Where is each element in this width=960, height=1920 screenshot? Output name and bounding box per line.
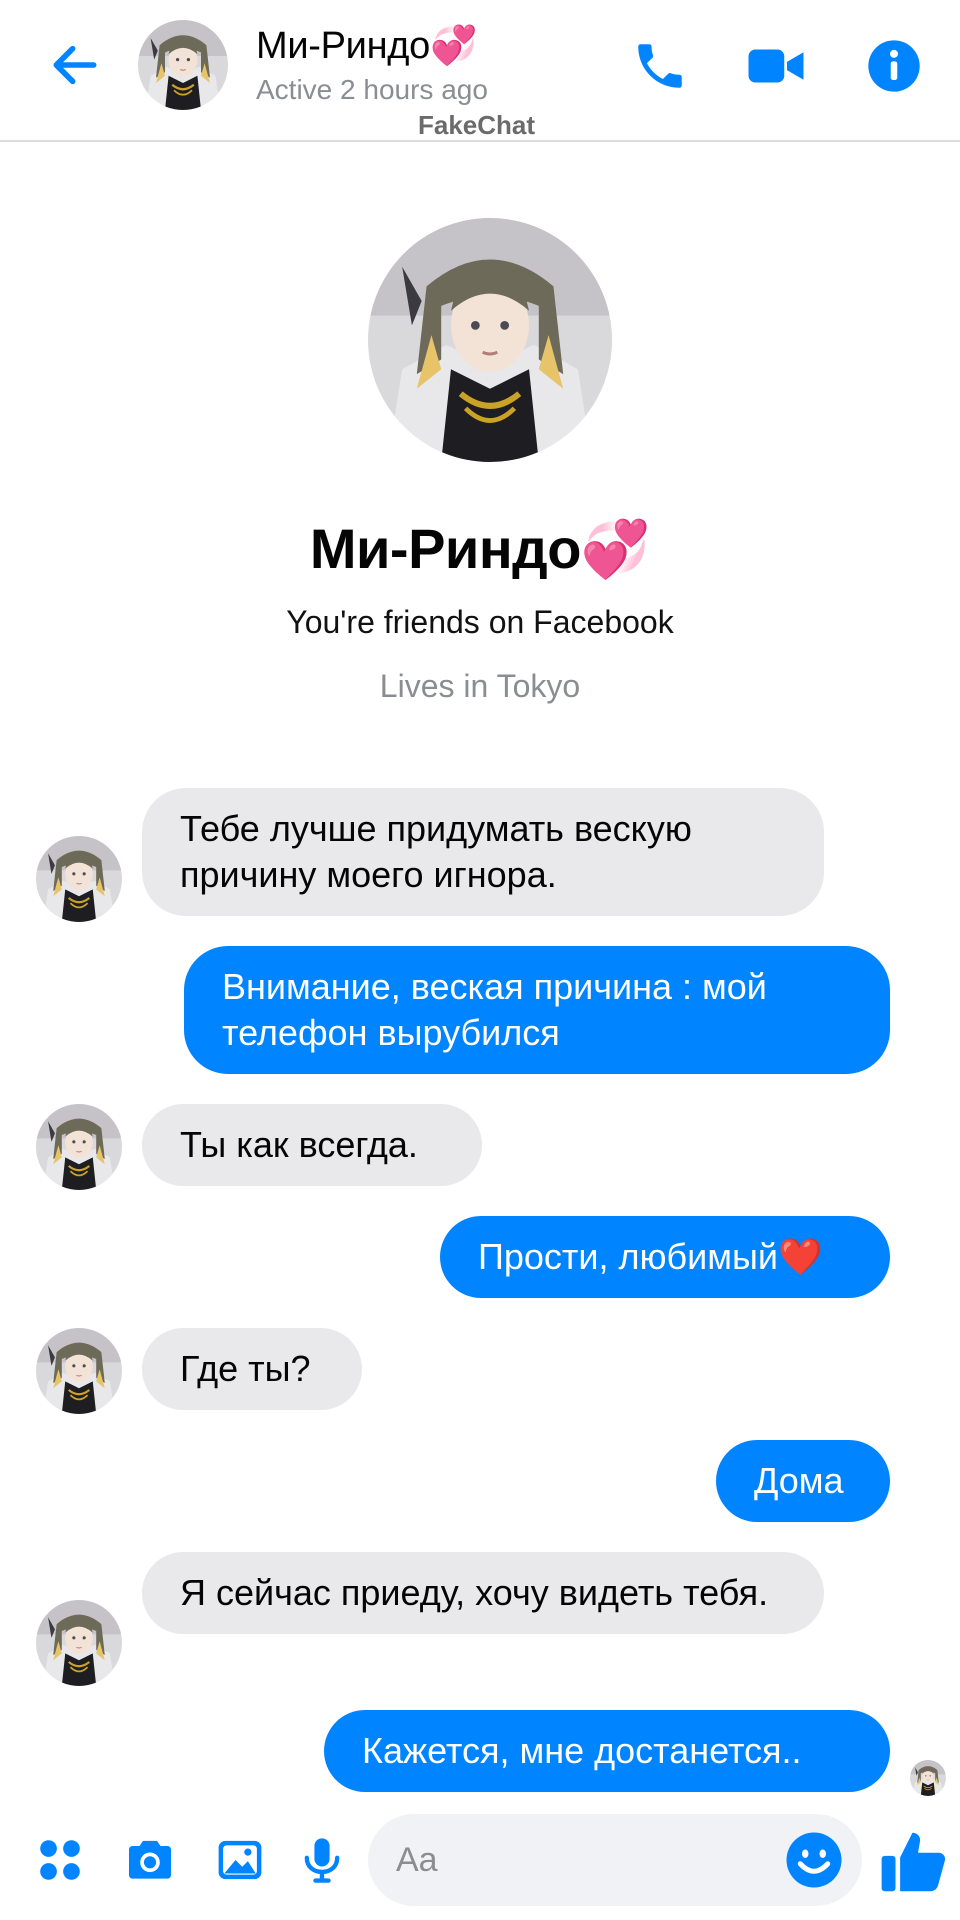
smiley-icon xyxy=(786,1832,842,1888)
sender-avatar[interactable] xyxy=(36,836,122,922)
active-status: Active 2 hours ago xyxy=(256,74,488,105)
profile-name: Ми-Риндо💞 xyxy=(309,517,651,580)
message-incoming[interactable]: Где ты? xyxy=(142,1328,362,1410)
chat-header: Ми-Риндо💞 Active 2 hours ago FakeChat xyxy=(0,0,960,142)
message-outgoing[interactable]: Дома xyxy=(716,1440,890,1522)
info-icon xyxy=(868,40,920,92)
read-receipt-avatar xyxy=(910,1760,946,1796)
sender-avatar[interactable] xyxy=(36,1328,122,1414)
message-input[interactable] xyxy=(396,1814,776,1906)
video-call-button[interactable] xyxy=(738,28,814,104)
arrow-left-icon xyxy=(53,45,97,85)
call-button[interactable] xyxy=(622,28,698,104)
message-composer xyxy=(0,1812,960,1920)
four-dots-icon xyxy=(40,1840,80,1880)
sender-avatar[interactable] xyxy=(36,1104,122,1190)
phone-icon xyxy=(638,44,682,88)
message-outgoing[interactable]: Внимание, веская причина : мой телефон в… xyxy=(184,946,890,1074)
message-incoming[interactable]: Я сейчас приеду, хочу видеть тебя. xyxy=(142,1552,824,1634)
image-icon xyxy=(218,1840,262,1880)
emoji-button[interactable] xyxy=(782,1828,846,1892)
microphone-icon xyxy=(304,1838,340,1883)
message-incoming[interactable]: Тебе лучше придумать вескую причину моег… xyxy=(142,788,824,916)
contact-avatar[interactable] xyxy=(138,20,228,110)
info-button[interactable] xyxy=(856,28,932,104)
message-input-box[interactable] xyxy=(368,1814,862,1906)
message-outgoing[interactable]: Кажется, мне достанется.. xyxy=(324,1710,890,1792)
profile-avatar[interactable] xyxy=(368,218,612,462)
friends-status: You're friends on Facebook xyxy=(286,604,674,640)
app-watermark: FakeChat xyxy=(418,110,536,140)
voice-button[interactable] xyxy=(290,1828,354,1892)
apps-button[interactable] xyxy=(28,1828,92,1892)
message-outgoing[interactable]: Прости, любимый❤️ xyxy=(440,1216,890,1298)
contact-name[interactable]: Ми-Риндо💞 xyxy=(256,24,477,68)
back-button[interactable] xyxy=(40,30,110,100)
like-button[interactable] xyxy=(872,1820,956,1904)
thumbs-up-icon xyxy=(881,1832,946,1892)
video-camera-icon xyxy=(748,49,804,83)
location-text: Lives in Tokyo xyxy=(379,668,581,704)
camera-icon xyxy=(129,1840,171,1879)
sender-avatar[interactable] xyxy=(36,1600,122,1686)
camera-button[interactable] xyxy=(118,1828,182,1892)
gallery-button[interactable] xyxy=(208,1828,272,1892)
message-incoming[interactable]: Ты как всегда. xyxy=(142,1104,482,1186)
